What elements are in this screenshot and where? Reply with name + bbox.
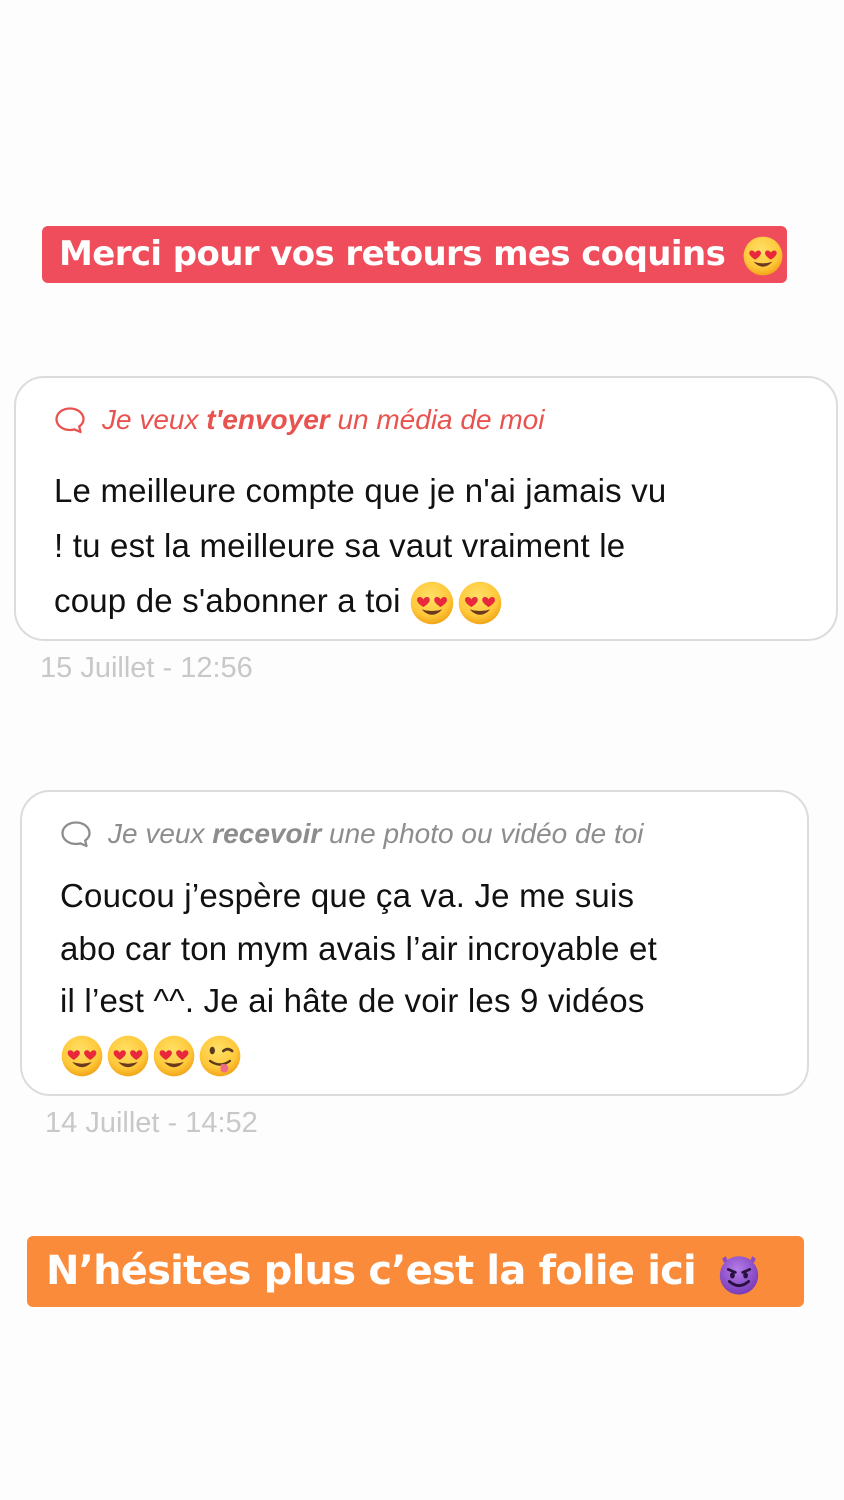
- message-line: il l’est ^^. Je ai hâte de voir les 9 vi…: [60, 982, 645, 1019]
- top-caption-text: Merci pour vos retours mes coquins: [59, 234, 726, 274]
- heart-eyes-emoji-icon: [106, 1034, 150, 1078]
- question-header: Je veux recevoir une photo ou vidéo de t…: [60, 818, 644, 850]
- top-caption-banner: Merci pour vos retours mes coquins: [42, 226, 787, 283]
- message-line-with-emojis: coup de s'abonner a toi: [54, 573, 814, 628]
- heart-eyes-emoji-icon: [457, 580, 503, 626]
- heart-eyes-emoji-icon: [742, 235, 784, 277]
- question-prefix: Je veux: [108, 818, 205, 849]
- message-line: Coucou j’espère que ça va. Je me suis: [60, 877, 635, 914]
- question-header: Je veux t'envoyer un média de moi: [54, 404, 544, 436]
- message-line: Le meilleure compte que je n'ai jamais v…: [54, 472, 667, 509]
- bottom-caption-banner: N’hésites plus c’est la folie ici: [27, 1236, 804, 1307]
- speech-bubble-icon: [60, 820, 92, 848]
- heart-eyes-emoji-icon: [152, 1034, 196, 1078]
- bottom-caption-text: N’hésites plus c’est la folie ici: [46, 1248, 697, 1294]
- message-timestamp: 14 Juillet - 14:52: [45, 1107, 258, 1139]
- heart-eyes-emoji-icon: [409, 580, 455, 626]
- message-emojis: [60, 1034, 242, 1078]
- question-emphasis: recevoir: [212, 818, 322, 849]
- message-text: Coucou j’espère que ça va. Je me suis ab…: [60, 870, 795, 1080]
- question-suffix: une photo ou vidéo de toi: [329, 818, 644, 849]
- message-emojis: [409, 580, 503, 626]
- smiling-devil-emoji-icon: [715, 1249, 763, 1297]
- message-line: ! tu est la meilleure sa vaut vraiment l…: [54, 527, 626, 564]
- message-card: Je veux recevoir une photo ou vidéo de t…: [20, 790, 809, 1096]
- question-prefix: Je veux: [102, 404, 199, 435]
- message-line: abo car ton mym avais l’air incroyable e…: [60, 929, 657, 967]
- winking-tongue-emoji-icon: [198, 1034, 242, 1078]
- message-emoji-line: [60, 1028, 795, 1081]
- speech-bubble-icon: [54, 406, 86, 434]
- message-timestamp: 15 Juillet - 12:56: [40, 652, 253, 684]
- question-suffix: un média de moi: [337, 404, 545, 435]
- message-line: coup de s'abonner a toi: [54, 582, 401, 619]
- message-card: Je veux t'envoyer un média de moi Le mei…: [14, 376, 838, 641]
- message-text: Le meilleure compte que je n'ai jamais v…: [54, 463, 814, 628]
- heart-eyes-emoji-icon: [60, 1034, 104, 1078]
- question-emphasis: t'envoyer: [206, 404, 330, 435]
